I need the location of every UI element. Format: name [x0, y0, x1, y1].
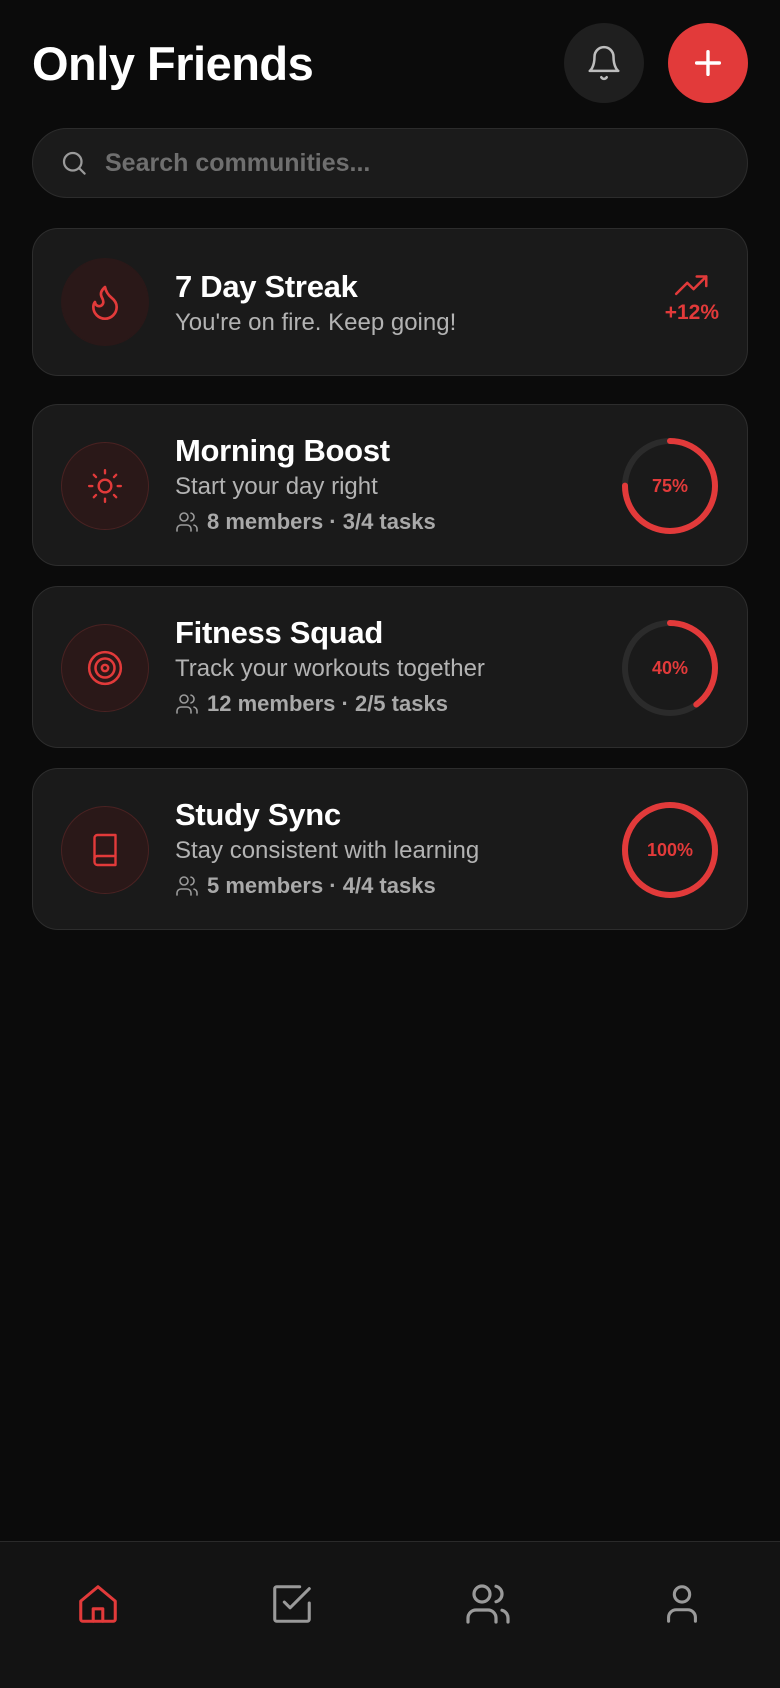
target-icon — [87, 650, 123, 686]
header: Only Friends — [32, 22, 748, 104]
community-subtitle: Start your day right — [175, 473, 378, 500]
header-actions — [564, 23, 748, 103]
community-meta: 12 members · 2/5 tasks — [175, 691, 485, 717]
progress-label: 40% — [651, 657, 689, 678]
nav-home[interactable] — [68, 1574, 128, 1634]
community-meta: 5 members · 4/4 tasks — [175, 873, 479, 899]
sun-icon — [87, 468, 123, 504]
community-meta-text: 12 members · 2/5 tasks — [207, 691, 448, 716]
plus-icon — [694, 49, 722, 77]
trending-up-icon — [674, 275, 708, 296]
streak-trend: +12% — [665, 273, 719, 325]
community-meta-text: 8 members · 3/4 tasks — [207, 509, 436, 534]
community-text: Study Sync Stay consistent with learning… — [175, 797, 479, 899]
community-card-fitness-squad[interactable]: Fitness Squad Track your workouts togeth… — [32, 586, 748, 748]
nav-communities[interactable] — [458, 1574, 518, 1634]
checkbox-icon — [273, 1585, 311, 1623]
progress-label: 75% — [651, 475, 689, 496]
notifications-button[interactable] — [564, 23, 644, 103]
streak-text: 7 Day Streak You're on fire. Keep going! — [175, 269, 456, 337]
users-icon — [176, 512, 198, 532]
add-community-button[interactable] — [668, 23, 748, 103]
search-input[interactable]: Search communities... — [105, 149, 370, 178]
book-icon — [93, 833, 117, 867]
home-icon — [79, 1585, 117, 1623]
search-bar[interactable]: Search communities... — [32, 128, 748, 198]
streak-icon-badge — [61, 258, 149, 346]
community-meta-text: 5 members · 4/4 tasks — [207, 873, 436, 898]
flame-icon — [92, 285, 118, 320]
user-icon — [667, 1585, 697, 1623]
community-title: Fitness Squad — [175, 615, 383, 650]
community-meta: 8 members · 3/4 tasks — [175, 509, 436, 535]
community-subtitle: Track your workouts together — [175, 655, 485, 682]
users-icon — [176, 876, 198, 896]
community-card-morning-boost[interactable]: Morning Boost Start your day right 8 mem… — [32, 404, 748, 566]
progress-ring: 100% — [621, 801, 719, 899]
trend-value: +12% — [664, 301, 719, 324]
community-subtitle: Stay consistent with learning — [175, 837, 480, 864]
users-icon — [466, 1584, 510, 1624]
users-icon — [176, 694, 198, 714]
community-text: Morning Boost Start your day right 8 mem… — [175, 433, 436, 535]
community-text: Fitness Squad Track your workouts togeth… — [175, 615, 485, 717]
page-title: Only Friends — [32, 36, 314, 90]
streak-card[interactable]: 7 Day Streak You're on fire. Keep going!… — [32, 228, 748, 376]
community-title: Morning Boost — [175, 433, 390, 468]
community-card-study-sync[interactable]: Study Sync Stay consistent with learning… — [32, 768, 748, 930]
streak-title: 7 Day Streak — [175, 269, 358, 304]
bottom-nav — [0, 1541, 780, 1688]
community-title: Study Sync — [175, 797, 341, 832]
progress-ring: 75% — [621, 437, 719, 535]
progress-label: 100% — [646, 839, 694, 860]
search-icon — [62, 151, 86, 175]
nav-profile[interactable] — [652, 1574, 712, 1634]
community-icon-badge — [61, 442, 149, 530]
progress-ring: 40% — [621, 619, 719, 717]
streak-subtitle: You're on fire. Keep going! — [175, 309, 457, 336]
community-icon-badge — [61, 806, 149, 894]
community-icon-badge — [61, 624, 149, 712]
nav-tasks[interactable] — [262, 1574, 322, 1634]
bell-icon — [588, 45, 620, 81]
